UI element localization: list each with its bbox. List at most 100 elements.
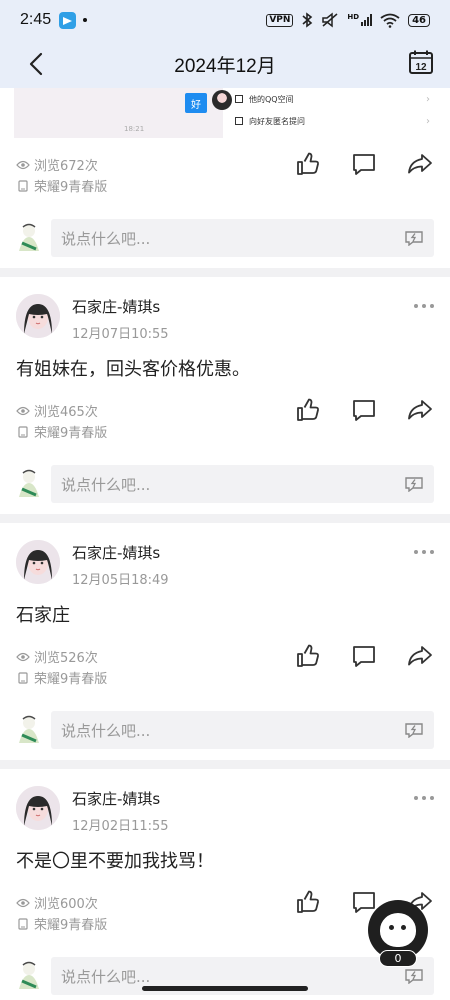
- page-title: 2024年12月: [174, 55, 276, 77]
- avatar[interactable]: [16, 786, 60, 830]
- my-avatar: [19, 223, 39, 251]
- divider: [0, 760, 450, 769]
- avatar: [212, 90, 232, 110]
- previous-post: 好 18:21 他的QQ空间 › 向好友匿名提问 › 浏览672次 荣耀9青春版: [0, 88, 450, 277]
- menu-icon: [235, 95, 243, 103]
- post-text: 石家庄: [16, 605, 70, 626]
- author-name[interactable]: 石家庄-婧琪s: [72, 296, 169, 317]
- back-button[interactable]: [22, 50, 50, 78]
- vpn-icon: VPN: [266, 13, 294, 27]
- share-button[interactable]: [406, 642, 434, 670]
- chevron-left-icon: [29, 52, 43, 76]
- emoji-flash-icon[interactable]: [404, 722, 424, 738]
- calendar-day: 12: [415, 62, 427, 73]
- post-actions: [266, 150, 434, 178]
- comment-placeholder: 说点什么吧...: [61, 721, 151, 740]
- menu-item: 他的QQ空间 ›: [235, 88, 430, 110]
- feed: 好 18:21 他的QQ空间 › 向好友匿名提问 › 浏览672次 荣耀9青春版: [0, 88, 450, 1000]
- emoji-flash-icon[interactable]: [404, 476, 424, 492]
- view-count: 浏览672次: [34, 159, 98, 174]
- view-count: 浏览526次: [34, 651, 98, 666]
- my-avatar: [19, 469, 39, 497]
- calendar-button[interactable]: 12: [408, 49, 434, 75]
- comment-row: 说点什么吧...: [16, 700, 434, 760]
- view-count: 浏览600次: [34, 897, 98, 912]
- share-icon: [408, 400, 432, 420]
- more-options-button[interactable]: [414, 304, 434, 308]
- menu-item-label: 向好友匿名提问: [249, 116, 305, 126]
- screenshot-menu: 他的QQ空间 › 向好友匿名提问 ›: [235, 88, 430, 132]
- share-icon: [408, 646, 432, 666]
- emoji-flash-icon[interactable]: [404, 968, 424, 984]
- comment-placeholder: 说点什么吧...: [61, 475, 151, 494]
- more-options-button[interactable]: [414, 550, 434, 554]
- my-avatar: [19, 961, 39, 989]
- notification-dot-icon: [83, 18, 88, 22]
- phone-icon: [18, 425, 28, 438]
- comment-icon: [353, 154, 375, 175]
- thumbs-up-icon: [297, 152, 319, 175]
- like-button[interactable]: [294, 396, 322, 424]
- floating-badge: 0: [379, 950, 417, 967]
- device-line: 荣耀9青春版: [16, 667, 434, 688]
- emoji-flash-icon[interactable]: [404, 230, 424, 246]
- device-line: 荣耀9青春版: [16, 175, 434, 196]
- chat-bubble: 好: [185, 93, 207, 113]
- post-meta: 浏览672次 荣耀9青春版: [16, 152, 434, 208]
- my-avatar: [19, 715, 39, 743]
- eye-icon: [16, 406, 30, 415]
- comment-row: 说点什么吧...: [16, 208, 434, 268]
- chevron-right-icon: ›: [426, 115, 430, 127]
- comment-input[interactable]: 说点什么吧...: [51, 465, 434, 503]
- comment-button[interactable]: [350, 396, 378, 424]
- comment-button[interactable]: [350, 150, 378, 178]
- post-card: 石家庄-婧琪s 12月07日10:55 有姐妹在，回头客价格优惠。 浏览465次…: [0, 277, 450, 523]
- avatar[interactable]: [16, 294, 60, 338]
- post-image[interactable]: 好 18:21 他的QQ空间 › 向好友匿名提问 ›: [0, 88, 450, 138]
- comment-icon: [353, 400, 375, 421]
- like-button[interactable]: [294, 642, 322, 670]
- like-button[interactable]: [294, 888, 322, 916]
- device-name: 荣耀9青春版: [34, 426, 108, 441]
- phone-icon: [18, 179, 28, 192]
- comment-icon: [353, 646, 375, 667]
- comment-placeholder: 说点什么吧...: [61, 967, 151, 986]
- comment-row: 说点什么吧...: [16, 454, 434, 514]
- chat-screenshot: 好 18:21: [14, 88, 232, 138]
- phone-icon: [18, 671, 28, 684]
- eye-icon: [16, 898, 30, 907]
- comment-input[interactable]: 说点什么吧...: [51, 711, 434, 749]
- mute-icon: [322, 12, 338, 28]
- battery-icon: 46: [408, 13, 430, 27]
- post-text: 不是〇里不要加我找骂！: [16, 851, 214, 872]
- share-icon: [408, 154, 432, 174]
- like-button[interactable]: [294, 150, 322, 178]
- device-name: 荣耀9青春版: [34, 672, 108, 687]
- phone-icon: [18, 917, 28, 930]
- bluetooth-icon: [302, 12, 313, 28]
- comment-input[interactable]: 说点什么吧...: [51, 219, 434, 257]
- divider: [0, 514, 450, 523]
- share-button[interactable]: [406, 396, 434, 424]
- chevron-right-icon: ›: [426, 93, 430, 105]
- post-time: 12月05日18:49: [72, 573, 169, 588]
- more-options-button[interactable]: [414, 796, 434, 800]
- post-card: 石家庄-婧琪s 12月05日18:49 石家庄 浏览526次 荣耀9青春版 说点…: [0, 523, 450, 769]
- share-button[interactable]: [406, 150, 434, 178]
- thumbs-up-icon: [297, 644, 319, 667]
- comment-placeholder: 说点什么吧...: [61, 229, 151, 248]
- author-name[interactable]: 石家庄-婧琪s: [72, 788, 169, 809]
- post-header: 石家庄-婧琪s 12月05日18:49: [16, 523, 434, 602]
- device-name: 荣耀9青春版: [34, 180, 108, 195]
- post-time: 12月07日10:55: [72, 327, 169, 342]
- smiley-face-icon: [380, 913, 416, 947]
- comment-button[interactable]: [350, 642, 378, 670]
- chat-time: 18:21: [124, 125, 145, 133]
- author-name[interactable]: 石家庄-婧琪s: [72, 542, 169, 563]
- post-meta: 浏览465次 荣耀9青春版: [16, 398, 434, 454]
- home-indicator[interactable]: [142, 986, 308, 991]
- cellular-signal-icon: HD: [347, 14, 373, 26]
- status-time: 2:45: [20, 11, 52, 28]
- avatar[interactable]: [16, 540, 60, 584]
- post-text: 有姐妹在，回头客价格优惠。: [16, 359, 250, 380]
